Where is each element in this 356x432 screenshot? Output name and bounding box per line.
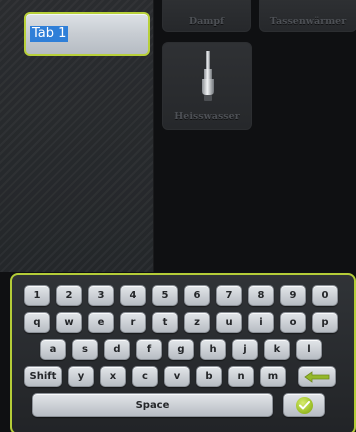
tab-name-selected-text: Tab 1 <box>30 26 69 42</box>
key-shift[interactable]: Shift <box>24 366 62 387</box>
key-c[interactable]: c <box>132 366 158 387</box>
check-icon <box>295 396 313 414</box>
key-3[interactable]: 3 <box>88 285 114 306</box>
key-u[interactable]: u <box>216 312 242 333</box>
tab-name-input[interactable]: Tab 1 <box>24 12 150 56</box>
key-i[interactable]: i <box>248 312 274 333</box>
key-l[interactable]: l <box>296 339 322 360</box>
key-q[interactable]: q <box>24 312 50 333</box>
key-s[interactable]: s <box>72 339 98 360</box>
key-backspace[interactable] <box>298 366 336 387</box>
key-x[interactable]: x <box>100 366 126 387</box>
key-4[interactable]: 4 <box>120 285 146 306</box>
key-5[interactable]: 5 <box>152 285 178 306</box>
key-b[interactable]: b <box>196 366 222 387</box>
tile-dampf[interactable]: Dampf <box>162 0 251 32</box>
key-y[interactable]: y <box>68 366 94 387</box>
key-0[interactable]: 0 <box>312 285 338 306</box>
tile-dampf-label: Dampf <box>188 16 225 27</box>
key-e[interactable]: e <box>88 312 114 333</box>
tile-heisswasser[interactable]: Heisswasser <box>162 42 252 130</box>
key-p[interactable]: p <box>312 312 338 333</box>
tile-tassenwaermer[interactable]: Tassenwärmer <box>259 0 356 32</box>
key-j[interactable]: j <box>232 339 258 360</box>
key-k[interactable]: k <box>264 339 290 360</box>
screen: Tab 1 Dampf Tassenwärmer Heisswasser 1 2… <box>0 0 356 432</box>
key-d[interactable]: d <box>104 339 130 360</box>
key-h[interactable]: h <box>200 339 226 360</box>
key-7[interactable]: 7 <box>216 285 242 306</box>
key-1[interactable]: 1 <box>24 285 50 306</box>
key-a[interactable]: a <box>40 339 66 360</box>
key-r[interactable]: r <box>120 312 146 333</box>
key-z[interactable]: z <box>184 312 210 333</box>
key-f[interactable]: f <box>136 339 162 360</box>
key-confirm[interactable] <box>283 393 325 417</box>
key-space[interactable]: Space <box>32 393 273 417</box>
left-panel: Tab 1 <box>0 0 154 272</box>
key-w[interactable]: w <box>56 312 82 333</box>
key-m[interactable]: m <box>260 366 286 387</box>
key-v[interactable]: v <box>164 366 190 387</box>
key-t[interactable]: t <box>152 312 178 333</box>
arrow-left-icon <box>304 370 330 383</box>
onscreen-keyboard: 1 2 3 4 5 6 7 8 9 0 q w e r t z u i o p … <box>10 273 356 432</box>
tile-tassenwaermer-label: Tassenwärmer <box>269 16 347 27</box>
key-o[interactable]: o <box>280 312 306 333</box>
key-g[interactable]: g <box>168 339 194 360</box>
tile-heisswasser-label: Heisswasser <box>174 111 240 122</box>
key-n[interactable]: n <box>228 366 254 387</box>
key-2[interactable]: 2 <box>56 285 82 306</box>
hot-water-nozzle-icon <box>202 51 214 101</box>
key-8[interactable]: 8 <box>248 285 274 306</box>
key-6[interactable]: 6 <box>184 285 210 306</box>
key-9[interactable]: 9 <box>280 285 306 306</box>
